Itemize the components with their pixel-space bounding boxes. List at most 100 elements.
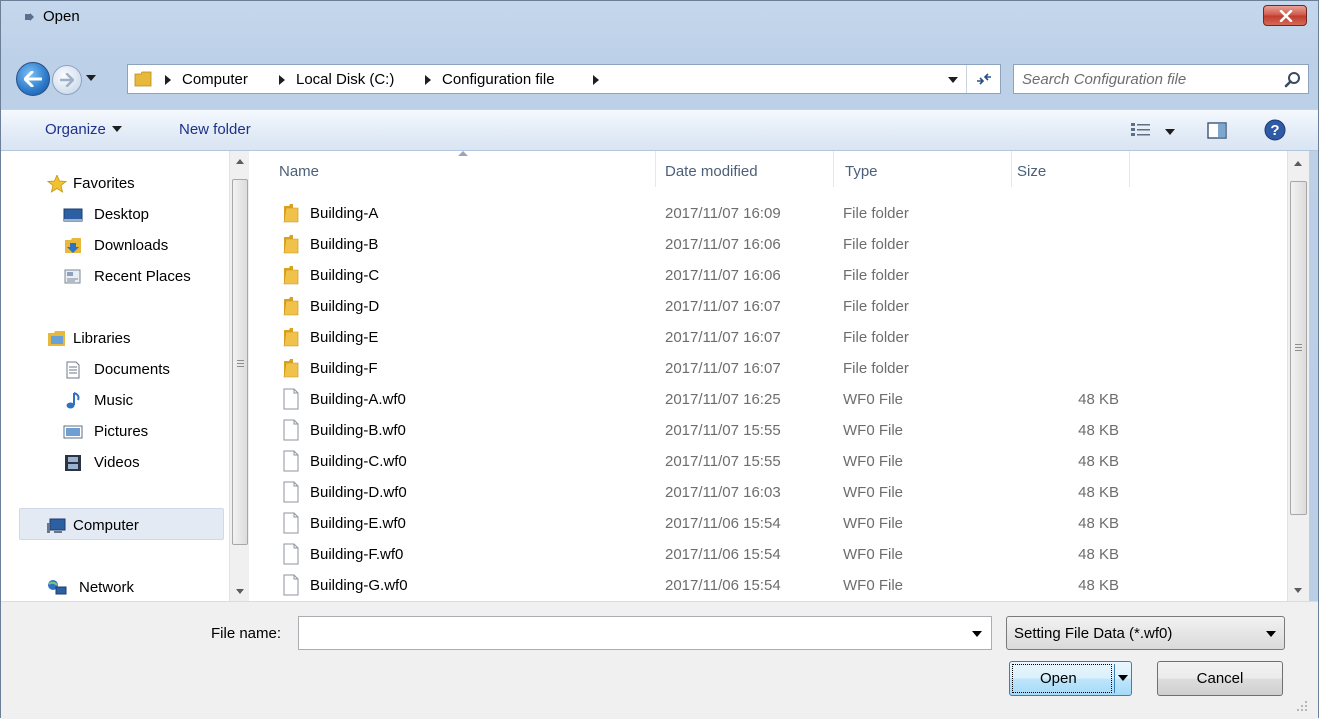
- command-toolbar: Organize New folder ?: [1, 109, 1318, 151]
- table-row[interactable]: Building-D.wf0 2017/11/07 16:03 WF0 File 48…: [259, 477, 1139, 508]
- new-folder-button[interactable]: New folder: [179, 121, 251, 138]
- table-row[interactable]: Building-B.wf0 2017/11/07 15:55 WF0 File 48…: [259, 415, 1139, 446]
- close-button[interactable]: [1263, 5, 1307, 26]
- table-row[interactable]: Building-D 2017/11/07 16:07 File folder: [259, 291, 1139, 322]
- arrow-left-icon: [24, 71, 42, 87]
- scroll-down-icon[interactable]: [1294, 588, 1302, 593]
- column-header-date[interactable]: Date modified: [665, 163, 758, 180]
- breadcrumb-configuration-file[interactable]: Configuration file: [442, 71, 555, 88]
- breadcrumb-arrow-icon[interactable]: [164, 75, 172, 85]
- file-type: WF0 File: [843, 515, 903, 532]
- table-row[interactable]: Building-A.wf0 2017/11/07 16:25 WF0 File 48…: [259, 384, 1139, 415]
- help-icon[interactable]: ?: [1264, 119, 1286, 141]
- window-title: Open: [43, 8, 80, 25]
- file-list-scrollbar[interactable]: [1287, 151, 1309, 601]
- music-icon: [66, 392, 80, 409]
- file-date-modified: 2017/11/06 15:54: [665, 546, 781, 563]
- file-name: Building-E.wf0: [310, 515, 406, 532]
- column-separator[interactable]: [1129, 151, 1130, 187]
- breadcrumb-computer[interactable]: Computer: [182, 71, 248, 88]
- file-type: WF0 File: [843, 577, 903, 594]
- chevron-down-icon: [111, 126, 122, 132]
- file-type: WF0 File: [843, 546, 903, 563]
- file-icon: [283, 543, 299, 565]
- network-icon: [48, 580, 67, 595]
- recent-locations-dropdown[interactable]: [85, 72, 97, 84]
- file-size: 48 KB: [1078, 484, 1119, 501]
- table-row[interactable]: Building-E 2017/11/07 16:07 File folder: [259, 322, 1139, 353]
- scroll-down-icon[interactable]: [236, 589, 244, 594]
- search-input[interactable]: [1022, 70, 1272, 88]
- scroll-up-icon[interactable]: [236, 159, 244, 164]
- file-name: Building-F: [310, 360, 378, 377]
- file-type-filter[interactable]: Setting File Data (*.wf0): [1006, 616, 1285, 650]
- table-row[interactable]: Building-F 2017/11/07 16:07 File folder: [259, 353, 1139, 384]
- column-separator[interactable]: [655, 151, 656, 187]
- grip-icon: [1295, 344, 1302, 351]
- column-header-size[interactable]: Size: [1017, 163, 1046, 180]
- file-name-input[interactable]: [305, 624, 955, 642]
- videos-icon: [65, 455, 81, 471]
- back-button[interactable]: [16, 62, 50, 96]
- breadcrumb-arrow-icon[interactable]: [424, 75, 432, 85]
- table-row[interactable]: Building-B 2017/11/07 16:06 File folder: [259, 229, 1139, 260]
- file-list-scrollbar-thumb[interactable]: [1290, 181, 1307, 515]
- organize-button[interactable]: Organize: [45, 121, 122, 138]
- breadcrumb-arrow-icon[interactable]: [592, 75, 600, 85]
- preview-pane-icon[interactable]: [1207, 122, 1227, 139]
- open-button[interactable]: Open: [1009, 661, 1132, 696]
- chevron-down-icon[interactable]: [972, 631, 982, 637]
- file-date-modified: 2017/11/07 16:06: [665, 267, 781, 284]
- column-separator[interactable]: [1011, 151, 1012, 187]
- table-row[interactable]: Building-F.wf0 2017/11/06 15:54 WF0 File 48…: [259, 539, 1139, 570]
- table-row[interactable]: Building-G.wf0 2017/11/06 15:54 WF0 File 48…: [259, 570, 1139, 601]
- breadcrumb-local-disk[interactable]: Local Disk (C:): [296, 71, 394, 88]
- forward-button[interactable]: [52, 65, 82, 95]
- table-row[interactable]: Building-E.wf0 2017/11/06 15:54 WF0 File 48…: [259, 508, 1139, 539]
- search-box[interactable]: [1013, 64, 1309, 94]
- address-bar[interactable]: Computer Local Disk (C:) Configuration f…: [127, 64, 1001, 94]
- folder-icon: [283, 204, 299, 223]
- file-icon: [283, 419, 299, 441]
- file-type: File folder: [843, 298, 909, 315]
- title-bar[interactable]: Open: [1, 1, 1318, 33]
- table-row[interactable]: Building-A 2017/11/07 16:09 File folder: [259, 198, 1139, 229]
- views-dropdown-icon[interactable]: [1165, 129, 1175, 135]
- refresh-icon[interactable]: [975, 71, 993, 87]
- file-date-modified: 2017/11/07 16:07: [665, 298, 781, 315]
- file-size: 48 KB: [1078, 391, 1119, 408]
- nav-scrollbar[interactable]: [229, 151, 249, 601]
- file-date-modified: 2017/11/07 16:06: [665, 236, 781, 253]
- open-options-dropdown-icon[interactable]: [1118, 675, 1128, 681]
- nav-scrollbar-thumb[interactable]: [232, 179, 248, 545]
- close-icon: [1279, 10, 1293, 22]
- downloads-icon: [65, 238, 81, 253]
- folder-icon: [134, 71, 152, 87]
- table-row[interactable]: Building-C.wf0 2017/11/07 15:55 WF0 File 48…: [259, 446, 1139, 477]
- address-dropdown-icon[interactable]: [948, 76, 958, 84]
- dialog-footer: File name: Setting File Data (*.wf0) Ope…: [1, 601, 1318, 719]
- file-size: 48 KB: [1078, 577, 1119, 594]
- cancel-button[interactable]: Cancel: [1157, 661, 1283, 696]
- column-separator[interactable]: [833, 151, 834, 187]
- file-date-modified: 2017/11/07 16:03: [665, 484, 781, 501]
- table-row[interactable]: Building-C 2017/11/07 16:06 File folder: [259, 260, 1139, 291]
- file-list: Name Date modified Type Size Building-A 2…: [259, 151, 1287, 601]
- file-size: 48 KB: [1078, 546, 1119, 563]
- open-button-divider: [1114, 664, 1115, 693]
- resize-grip-icon[interactable]: [1294, 698, 1308, 712]
- file-date-modified: 2017/11/07 16:25: [665, 391, 781, 408]
- folder-icon: [283, 359, 299, 378]
- scroll-up-icon[interactable]: [1294, 161, 1302, 166]
- file-name: Building-C.wf0: [310, 453, 407, 470]
- file-name-combo[interactable]: [298, 616, 992, 650]
- file-type: File folder: [843, 205, 909, 222]
- file-date-modified: 2017/11/06 15:54: [665, 515, 781, 532]
- pane-splitter[interactable]: [251, 151, 259, 601]
- file-name: Building-E: [310, 329, 379, 346]
- breadcrumb-arrow-icon[interactable]: [278, 75, 286, 85]
- search-icon[interactable]: [1284, 71, 1302, 89]
- column-header-name[interactable]: Name: [279, 163, 319, 180]
- column-header-type[interactable]: Type: [845, 163, 878, 180]
- change-view-icon[interactable]: [1130, 122, 1152, 138]
